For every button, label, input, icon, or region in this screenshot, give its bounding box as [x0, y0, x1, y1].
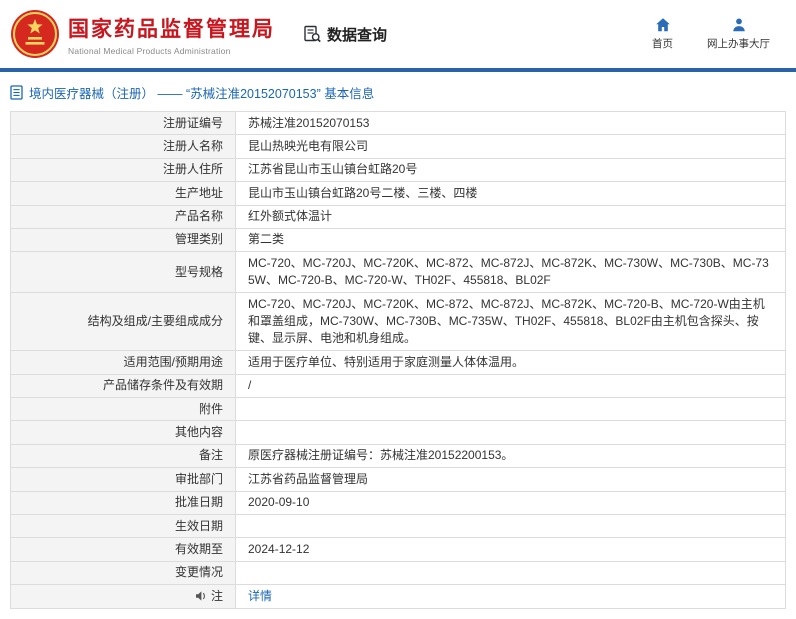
row-label: 注 [10, 584, 236, 609]
table-row: 产品名称 红外额式体温计 [10, 204, 786, 229]
table-row: 变更情况 [10, 560, 786, 586]
row-label: 管理类别 [10, 227, 236, 253]
top-nav: 首页 网上办事大厅 [652, 17, 770, 51]
row-label: 注册人住所 [10, 157, 236, 183]
row-label: 产品名称 [10, 204, 236, 229]
breadcrumb: 境内医疗器械（注册） —— “苏械注准20152070153” 基本信息 [0, 72, 796, 111]
nav-home-label: 首页 [652, 38, 673, 50]
row-label: 注册人名称 [10, 134, 236, 159]
row-label: 有效期至 [10, 537, 236, 562]
data-query-icon [303, 25, 321, 43]
document-icon [10, 85, 23, 100]
agency-name-en: National Medical Products Administration [68, 45, 231, 56]
nav-service-hall-label: 网上办事大厅 [707, 38, 770, 50]
row-label: 生产地址 [10, 181, 236, 206]
row-label: 适用范围/预期用途 [10, 350, 236, 375]
row-label: 产品储存条件及有效期 [10, 373, 236, 399]
row-label: 批准日期 [10, 490, 236, 516]
agency-name-cn: 国家药品监督管理局 [68, 17, 275, 41]
row-value: 江苏省药品监督管理局 [235, 467, 786, 492]
table-row: 注详情 [10, 584, 786, 609]
person-icon [731, 17, 747, 33]
row-value: 2020-09-10 [235, 490, 786, 516]
table-row: 备注 原医疗器械注册证编号：苏械注准20152200153。 [10, 443, 786, 469]
row-value: 昆山热映光电有限公司 [235, 134, 786, 159]
table-row: 注册人名称 昆山热映光电有限公司 [10, 134, 786, 159]
nav-service-hall[interactable]: 网上办事大厅 [707, 17, 770, 51]
table-row: 其他内容 [10, 420, 786, 445]
detail-link[interactable]: 详情 [248, 589, 272, 603]
row-label: 注册证编号 [10, 110, 236, 136]
row-label: 生效日期 [10, 514, 236, 539]
row-label: 结构及组成/主要组成成分 [10, 292, 236, 352]
table-row: 产品储存条件及有效期 / [10, 373, 786, 399]
row-value: 原医疗器械注册证编号：苏械注准20152200153。 [235, 443, 786, 469]
table-row: 有效期至 2024-12-12 [10, 537, 786, 562]
row-value: 苏械注准20152070153 [235, 110, 786, 136]
row-label: 型号规格 [10, 251, 236, 294]
home-icon [655, 17, 671, 33]
row-label: 审批部门 [10, 467, 236, 492]
row-value [235, 420, 786, 445]
row-value: 详情 [235, 584, 786, 609]
row-value: 2024-12-12 [235, 537, 786, 562]
row-label: 附件 [10, 397, 236, 422]
info-table-body: 注册证编号 苏械注准20152070153 注册人名称 昆山热映光电有限公司 注册人住所… [10, 110, 786, 609]
agency-logo-block: 国家药品监督管理局 National Medical Products Admi… [10, 9, 275, 59]
row-label: 备注 [10, 443, 236, 469]
table-row: 生产地址 昆山市玉山镇台虹路20号二楼、三楼、四楼 [10, 181, 786, 206]
table-row: 附件 [10, 397, 786, 422]
data-query-title: 数据查询 [303, 24, 387, 45]
breadcrumb-text: 境内医疗器械（注册） —— “苏械注准20152070153” 基本信息 [29, 87, 375, 101]
site-header: 国家药品监督管理局 National Medical Products Admi… [0, 0, 796, 68]
row-label: 其他内容 [10, 420, 236, 445]
table-row: 管理类别 第二类 [10, 227, 786, 253]
nav-home[interactable]: 首页 [652, 17, 673, 51]
table-row: 审批部门 江苏省药品监督管理局 [10, 467, 786, 492]
agency-names: 国家药品监督管理局 National Medical Products Admi… [68, 13, 275, 56]
row-value: / [235, 373, 786, 399]
table-row: 型号规格 MC-720、MC-720J、MC-720K、MC-872、MC-872… [10, 251, 786, 294]
national-emblem-icon [10, 9, 60, 59]
row-value: 昆山市玉山镇台虹路20号二楼、三楼、四楼 [235, 181, 786, 206]
row-value: 江苏省昆山市玉山镇台虹路20号 [235, 157, 786, 183]
table-row: 批准日期 2020-09-10 [10, 490, 786, 516]
table-row: 适用范围/预期用途 适用于医疗单位、特别适用于家庭测量人体体温用。 [10, 350, 786, 375]
row-value: 红外额式体温计 [235, 204, 786, 229]
table-row: 注册证编号 苏械注准20152070153 [10, 110, 786, 136]
row-value: MC-720、MC-720J、MC-720K、MC-872、MC-872J、MC… [235, 251, 786, 294]
row-value [235, 514, 786, 539]
row-value: 适用于医疗单位、特别适用于家庭测量人体体温用。 [235, 350, 786, 375]
row-value: MC-720、MC-720J、MC-720K、MC-872、MC-872J、MC… [235, 292, 786, 352]
registration-info-table: 注册证编号 苏械注准20152070153 注册人名称 昆山热映光电有限公司 注册人住所… [10, 110, 786, 609]
row-label: 变更情况 [10, 560, 236, 586]
table-row: 生效日期 [10, 514, 786, 539]
speaker-icon [195, 590, 207, 602]
row-value [235, 397, 786, 422]
row-value [235, 560, 786, 586]
table-row: 注册人住所 江苏省昆山市玉山镇台虹路20号 [10, 157, 786, 183]
table-row: 结构及组成/主要组成成分 MC-720、MC-720J、MC-720K、MC-87… [10, 292, 786, 352]
data-query-label: 数据查询 [327, 26, 388, 44]
row-value: 第二类 [235, 227, 786, 253]
